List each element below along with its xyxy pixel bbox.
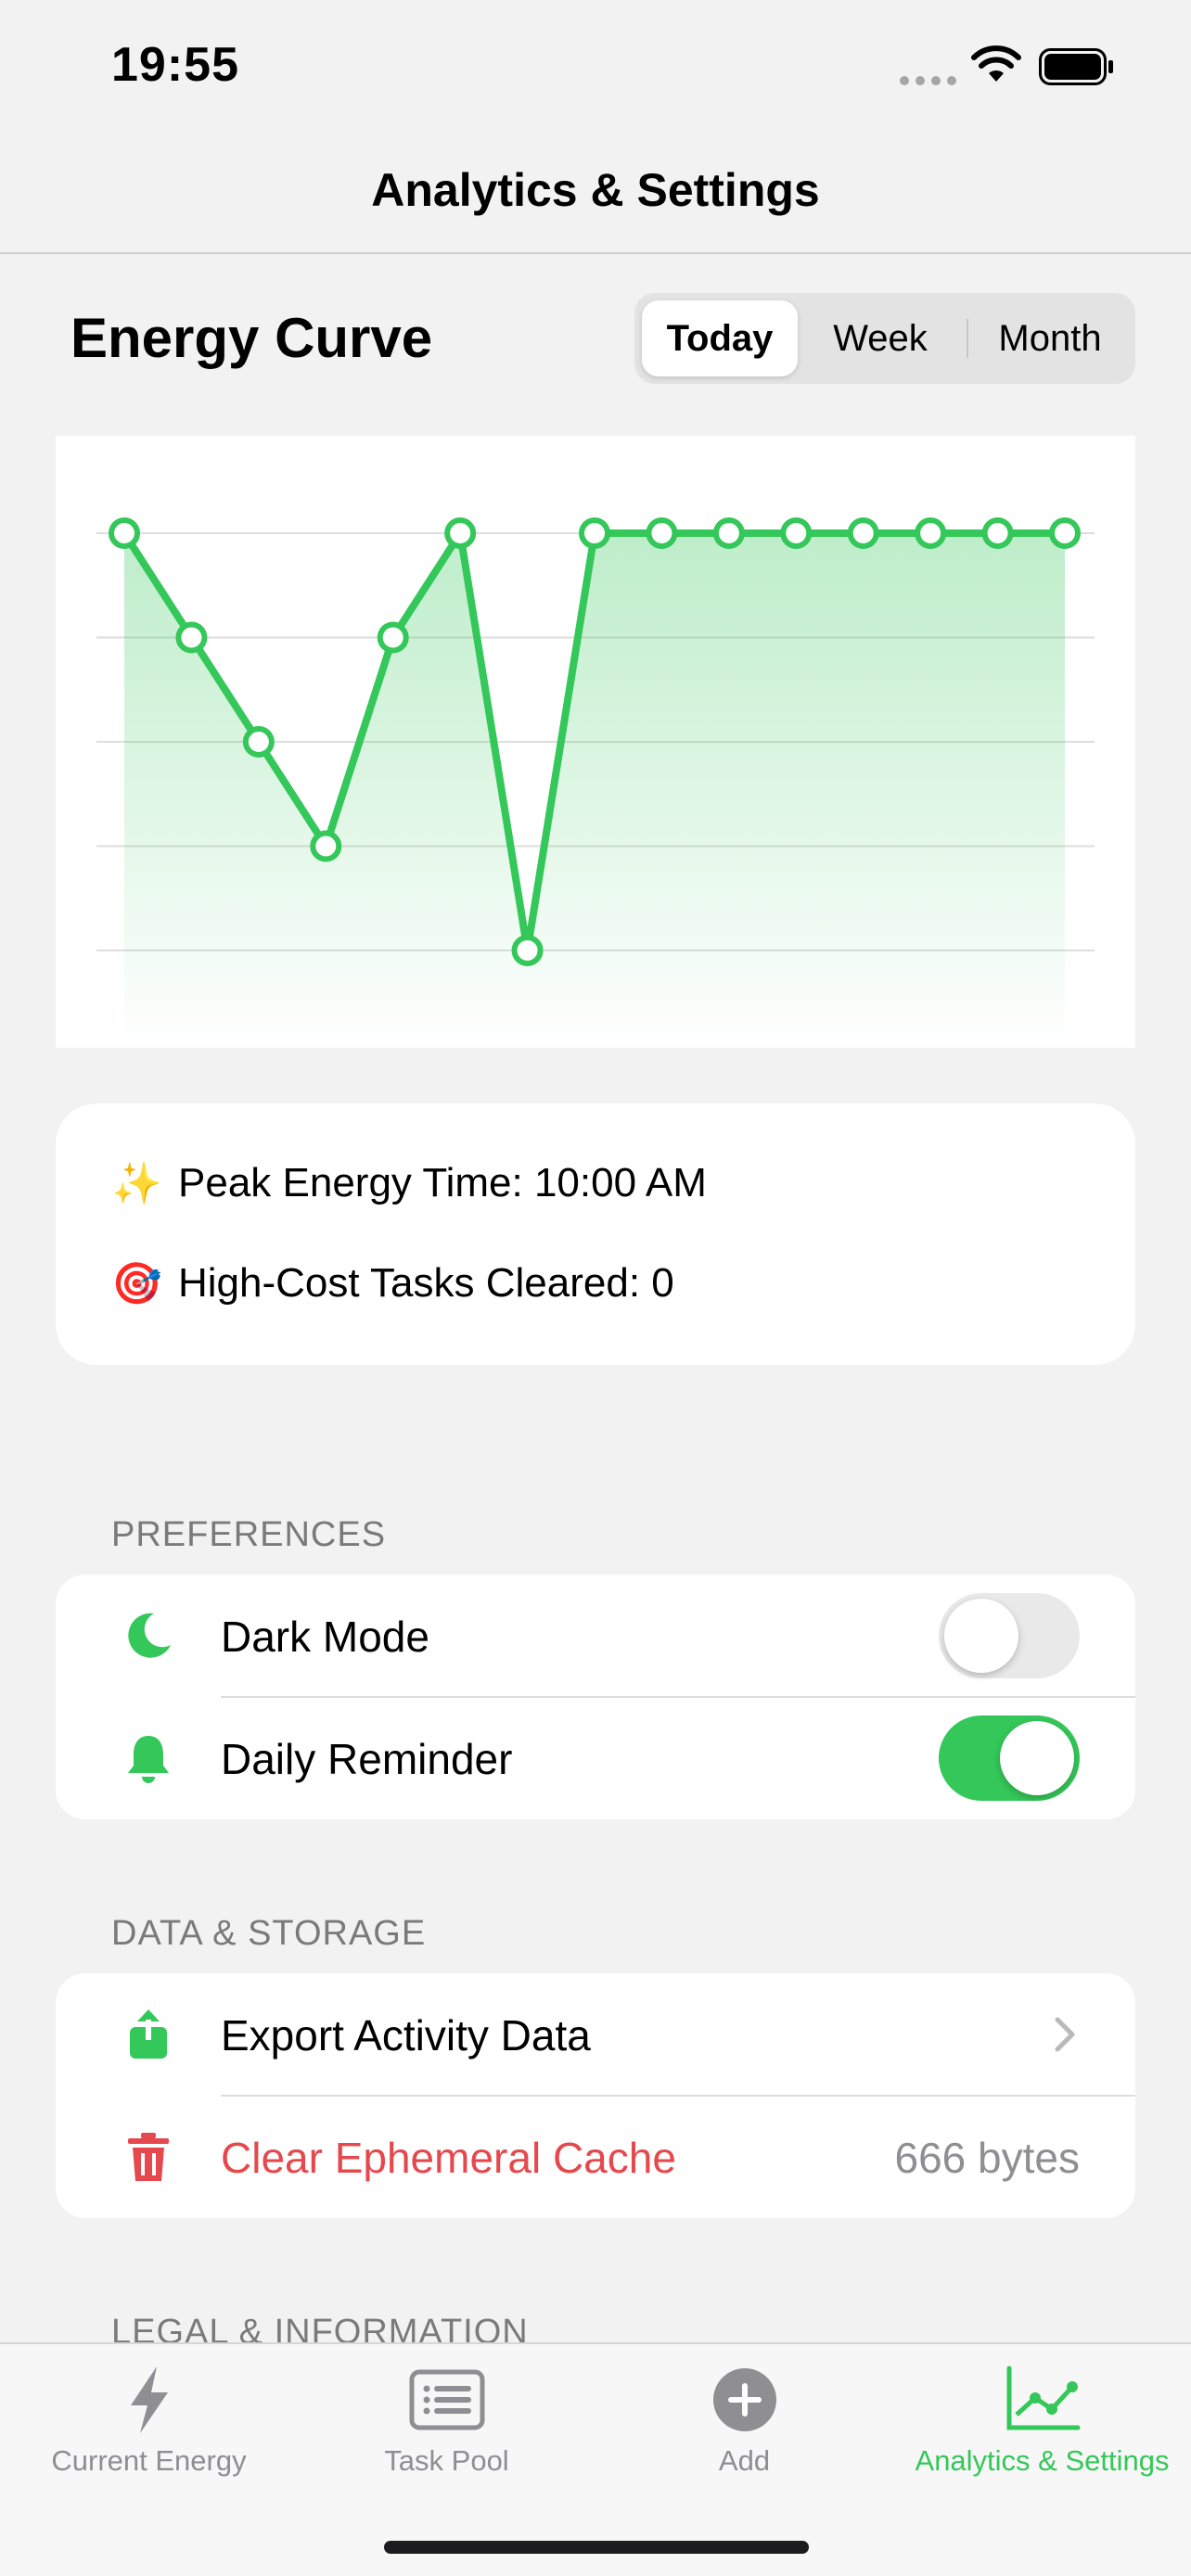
segment-divider (967, 319, 968, 358)
energy-point (847, 517, 879, 549)
daily-reminder-toggle[interactable] (939, 1715, 1080, 1801)
energy-chart-svg (96, 517, 1095, 1048)
clear-cache-row[interactable]: Clear Ephemeral Cache 666 bytes (56, 2096, 1135, 2218)
period-segmented-control: Today Week Month (634, 293, 1135, 384)
dark-mode-label: Dark Mode (221, 1613, 429, 1661)
export-label: Export Activity Data (221, 2011, 591, 2060)
energy-point (511, 935, 544, 966)
peak-energy-row: ✨ Peak Energy Time: 10:00 AM (111, 1159, 707, 1207)
bell-icon (128, 1736, 169, 1783)
tab-label: Add (718, 2444, 771, 2477)
dark-mode-toggle[interactable] (939, 1593, 1080, 1678)
daily-reminder-row: Daily Reminder (56, 1697, 1135, 1819)
toggle-knob (1000, 1721, 1074, 1795)
wifi-icon (971, 45, 1021, 82)
energy-point (109, 517, 140, 549)
sparkles-icon: ✨ (111, 1161, 162, 1206)
energy-point (377, 621, 409, 654)
tab-label: Current Energy (51, 2444, 247, 2477)
energy-point (981, 517, 1014, 549)
segment-week[interactable]: Week (801, 300, 959, 376)
tab-task-pool[interactable]: Task Pool (298, 2363, 596, 2478)
screen: 19:55 Analytics & Settings Energy Curve … (0, 0, 1191, 2576)
energy-area-fill (124, 533, 1065, 1048)
tab-add[interactable]: Add (596, 2363, 893, 2478)
energy-point (646, 517, 678, 549)
peak-energy-text: Peak Energy Time: 10:00 AM (178, 1160, 707, 1205)
segment-today[interactable]: Today (642, 300, 798, 376)
energy-point (175, 621, 208, 654)
data-storage-header: DATA & STORAGE (111, 1914, 427, 1953)
nav-bar: Analytics & Settings (0, 139, 1191, 254)
energy-point (310, 830, 342, 862)
energy-curve-title: Energy Curve (70, 307, 433, 369)
tab-analytics-settings[interactable]: Analytics & Settings (893, 2363, 1191, 2478)
daily-reminder-label: Daily Reminder (221, 1735, 513, 1783)
bolt-icon (130, 2366, 168, 2433)
energy-point (579, 517, 610, 549)
dark-mode-row: Dark Mode (56, 1575, 1135, 1697)
status-time: 19:55 (111, 38, 239, 92)
page-title: Analytics & Settings (371, 164, 820, 216)
clear-cache-label: Clear Ephemeral Cache (221, 2134, 676, 2182)
energy-point (712, 517, 745, 549)
tab-current-energy[interactable]: Current Energy (0, 2363, 298, 2478)
energy-point (444, 517, 477, 549)
high-cost-row: 🎯 High-Cost Tasks Cleared: 0 (111, 1259, 674, 1307)
cache-size-value: 666 bytes (894, 2134, 1080, 2182)
plus-circle-icon (712, 2368, 776, 2431)
preferences-header: PREFERENCES (111, 1515, 387, 1554)
target-icon: 🎯 (111, 1261, 162, 1307)
trash-icon (128, 2133, 169, 2181)
share-icon (130, 2009, 167, 2059)
segment-month[interactable]: Month (970, 300, 1130, 376)
energy-chart (56, 436, 1135, 1048)
home-indicator (384, 2541, 809, 2554)
list-icon (409, 2369, 484, 2430)
cellular-signal-icon (900, 76, 956, 85)
moon-icon (128, 1613, 171, 1658)
toggle-knob (944, 1599, 1018, 1673)
status-bar: 19:55 (0, 0, 1191, 139)
energy-point (915, 517, 947, 549)
energy-point (780, 517, 813, 549)
data-storage-group: Export Activity Data Clear Ephemeral Cac… (56, 1973, 1135, 2218)
high-cost-text: High-Cost Tasks Cleared: 0 (178, 1260, 674, 1306)
tab-label: Analytics & Settings (915, 2444, 1170, 2477)
energy-stats-card: ✨ Peak Energy Time: 10:00 AM 🎯 High-Cost… (56, 1103, 1135, 1365)
export-row[interactable]: Export Activity Data (56, 1973, 1135, 2096)
energy-point (1049, 517, 1081, 549)
chevron-right-icon (1055, 2017, 1075, 2052)
preferences-group: Dark Mode Daily Reminder (56, 1575, 1135, 1819)
energy-point (242, 726, 275, 758)
battery-icon (1039, 48, 1113, 85)
tab-label: Task Pool (384, 2444, 509, 2477)
chart-icon (1006, 2366, 1080, 2430)
